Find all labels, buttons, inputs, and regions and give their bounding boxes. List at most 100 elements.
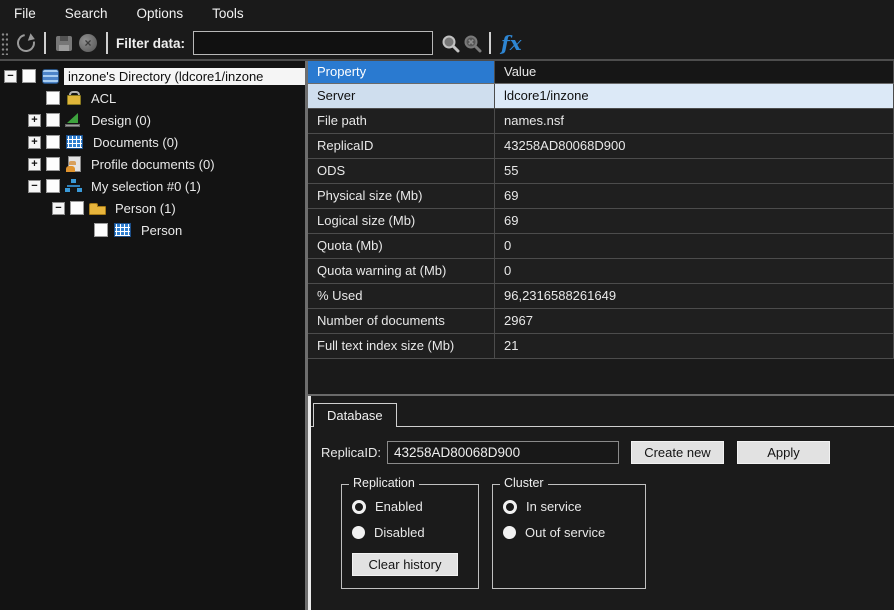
radio-selected-icon[interactable] bbox=[352, 500, 366, 514]
property-name-cell: Number of documents bbox=[308, 309, 495, 333]
property-row[interactable]: ReplicaID43258AD80068D900 bbox=[308, 134, 894, 159]
tree-item-label: Profile documents (0) bbox=[87, 156, 219, 173]
tree-item[interactable]: − inzone's Directory (ldcore1/inzone bbox=[0, 65, 305, 87]
tab-database[interactable]: Database bbox=[313, 403, 397, 427]
property-value-cell: 0 bbox=[495, 234, 894, 258]
tree-item-label: ACL bbox=[87, 90, 120, 107]
circle-badge-icon: × bbox=[79, 34, 97, 52]
folder-icon bbox=[89, 206, 106, 215]
radio-label: In service bbox=[526, 499, 582, 514]
lock-icon bbox=[65, 90, 82, 106]
filter-data-label: Filter data: bbox=[116, 36, 185, 51]
property-row[interactable]: Number of documents2967 bbox=[308, 309, 894, 334]
property-name-cell: Quota (Mb) bbox=[308, 234, 495, 258]
apply-button[interactable]: Apply bbox=[737, 441, 830, 464]
collapse-icon[interactable]: − bbox=[4, 70, 17, 83]
radio-option-out-of-service[interactable]: Out of service bbox=[503, 525, 631, 540]
toolbar-separator bbox=[489, 32, 491, 54]
tree-item[interactable]: Person bbox=[0, 219, 305, 241]
expand-icon[interactable]: + bbox=[28, 114, 41, 127]
radio-label: Enabled bbox=[375, 499, 423, 514]
property-row[interactable]: ODS55 bbox=[308, 159, 894, 184]
radio-label: Out of service bbox=[525, 525, 605, 540]
fx-formula-button[interactable]: fx bbox=[497, 31, 526, 55]
property-value-cell: 0 bbox=[495, 259, 894, 283]
replication-group-title: Replication bbox=[349, 476, 419, 490]
collapse-icon[interactable]: − bbox=[28, 180, 41, 193]
property-name-cell: Server bbox=[308, 84, 495, 108]
menu-item-tools[interactable]: Tools bbox=[210, 4, 259, 23]
replication-groupbox: Replication EnabledDisabled Clear histor… bbox=[341, 484, 479, 589]
tree-item[interactable]: − Person (1) bbox=[0, 197, 305, 219]
property-row[interactable]: Quota warning at (Mb)0 bbox=[308, 259, 894, 284]
tree-item-label: Documents (0) bbox=[89, 134, 182, 151]
design-icon bbox=[65, 112, 82, 128]
radio-option-in-service[interactable]: In service bbox=[503, 499, 631, 514]
radio-label: Disabled bbox=[374, 525, 425, 540]
tree-checkbox[interactable] bbox=[22, 69, 36, 83]
tree-item[interactable]: + Documents (0) bbox=[0, 131, 305, 153]
tree-item[interactable]: + Design (0) bbox=[0, 109, 305, 131]
property-row[interactable]: Physical size (Mb)69 bbox=[308, 184, 894, 209]
property-row[interactable]: % Used96,2316588261649 bbox=[308, 284, 894, 309]
menu-item-file[interactable]: File bbox=[12, 4, 51, 23]
radio-unselected-icon[interactable] bbox=[352, 526, 365, 539]
property-value-cell: 69 bbox=[495, 209, 894, 233]
radio-selected-icon[interactable] bbox=[503, 500, 517, 514]
menu-bar: File Search Options Tools bbox=[0, 0, 894, 27]
menu-item-options[interactable]: Options bbox=[135, 4, 199, 23]
circle-badge-button[interactable]: × bbox=[76, 31, 100, 55]
property-row[interactable]: Serverldcore1/inzone bbox=[308, 84, 894, 109]
tree-item-label: Design (0) bbox=[87, 112, 155, 129]
property-row[interactable]: Full text index size (Mb)21 bbox=[308, 334, 894, 359]
tree-item-label: Person (1) bbox=[111, 200, 180, 217]
property-name-cell: Full text index size (Mb) bbox=[308, 334, 495, 358]
tree-checkbox[interactable] bbox=[46, 179, 60, 193]
tree-item[interactable]: ACL bbox=[0, 87, 305, 109]
cluster-group-title: Cluster bbox=[500, 476, 548, 490]
radio-unselected-icon[interactable] bbox=[503, 526, 516, 539]
expand-icon[interactable]: + bbox=[28, 136, 41, 149]
property-value-cell: 43258AD80068D900 bbox=[495, 134, 894, 158]
right-panel: PropertyValueServerldcore1/inzoneFile pa… bbox=[308, 61, 894, 610]
tree-item[interactable]: + Profile documents (0) bbox=[0, 153, 305, 175]
search-clear-button[interactable] bbox=[461, 31, 483, 55]
tree-checkbox[interactable] bbox=[46, 135, 60, 149]
property-row[interactable]: Logical size (Mb)69 bbox=[308, 209, 894, 234]
save-button[interactable] bbox=[52, 31, 76, 55]
tree-item-label: inzone's Directory (ldcore1/inzone bbox=[64, 68, 305, 85]
toolbar-separator bbox=[106, 32, 108, 54]
replica-id-label: ReplicaID: bbox=[321, 445, 381, 460]
property-row[interactable]: Quota (Mb)0 bbox=[308, 234, 894, 259]
property-name-cell: ODS bbox=[308, 159, 495, 183]
tree-checkbox[interactable] bbox=[94, 223, 108, 237]
search-button[interactable] bbox=[439, 31, 461, 55]
property-column-header[interactable]: Property bbox=[308, 61, 495, 83]
collapse-icon[interactable]: − bbox=[52, 202, 65, 215]
tree-checkbox[interactable] bbox=[46, 113, 60, 127]
property-value-cell: 21 bbox=[495, 334, 894, 358]
tree-item[interactable]: −My selection #0 (1) bbox=[0, 175, 305, 197]
toolbar-grip-handle[interactable] bbox=[1, 31, 8, 55]
tree-checkbox[interactable] bbox=[70, 201, 84, 215]
clear-history-button[interactable]: Clear history bbox=[352, 553, 458, 576]
menu-item-search[interactable]: Search bbox=[63, 4, 123, 23]
filter-data-input[interactable] bbox=[193, 31, 433, 55]
expand-icon[interactable]: + bbox=[28, 158, 41, 171]
profile-icon bbox=[65, 156, 82, 172]
refresh-icon bbox=[13, 30, 38, 55]
radio-option-disabled[interactable]: Disabled bbox=[352, 525, 464, 540]
radio-option-enabled[interactable]: Enabled bbox=[352, 499, 464, 514]
replica-id-input[interactable] bbox=[387, 441, 619, 464]
tree-checkbox[interactable] bbox=[46, 157, 60, 171]
property-value-cell: 96,2316588261649 bbox=[495, 284, 894, 308]
property-row[interactable]: File pathnames.nsf bbox=[308, 109, 894, 134]
tree-checkbox[interactable] bbox=[46, 91, 60, 105]
property-name-cell: Physical size (Mb) bbox=[308, 184, 495, 208]
cluster-groupbox: Cluster In serviceOut of service bbox=[492, 484, 646, 589]
property-name-cell: % Used bbox=[308, 284, 495, 308]
refresh-button[interactable] bbox=[14, 31, 38, 55]
property-value-cell: names.nsf bbox=[495, 109, 894, 133]
create-new-button[interactable]: Create new bbox=[631, 441, 724, 464]
value-column-header[interactable]: Value bbox=[495, 61, 894, 83]
